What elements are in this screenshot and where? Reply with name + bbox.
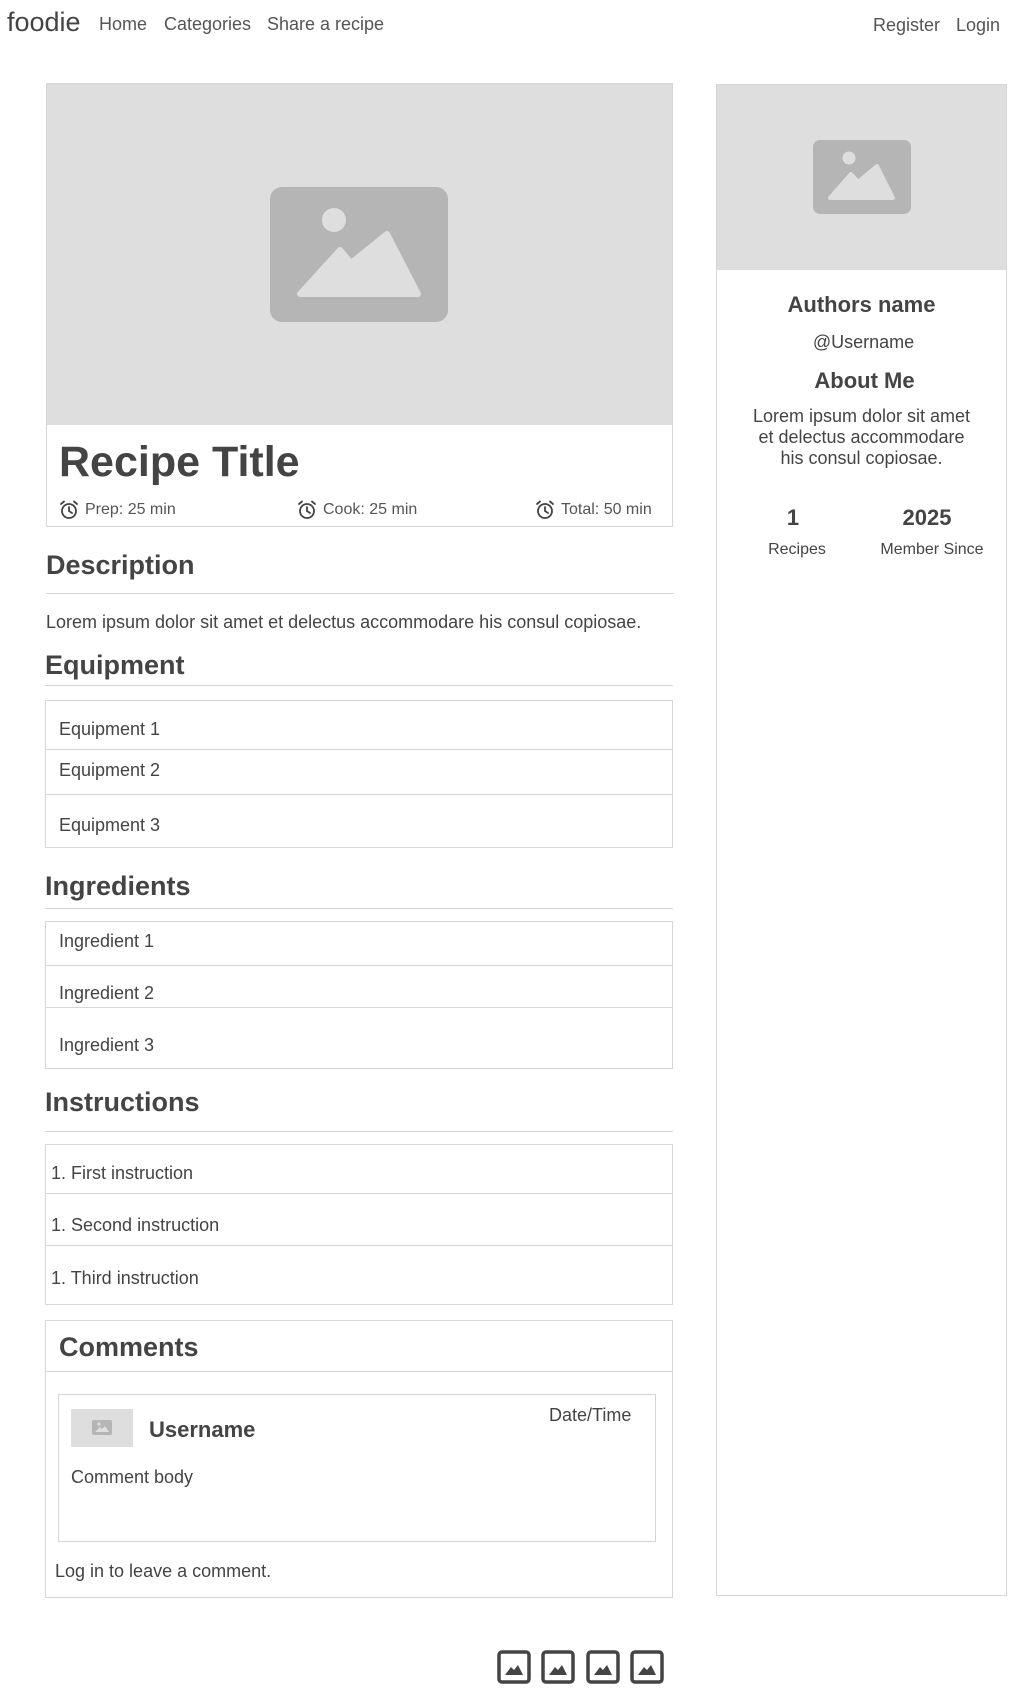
author-image <box>717 85 1006 270</box>
image-placeholder-icon <box>813 140 911 214</box>
prep-time-label: Prep: 25 min <box>85 501 176 518</box>
instruction-item-label: 1. First instruction <box>51 1163 194 1183</box>
ingredients-heading: Ingredients <box>45 871 191 901</box>
equipment-item-label: Equipment 3 <box>59 815 161 835</box>
list-item: 1. First instruction <box>46 1145 672 1193</box>
equipment-item-label: Equipment 2 <box>59 760 161 780</box>
list-item: Ingredient 2 <box>46 965 672 1007</box>
comment-username[interactable]: Username <box>149 1417 255 1443</box>
avatar <box>71 1409 133 1447</box>
equipment-list: Equipment 1 Equipment 2 Equipment 3 <box>45 700 673 848</box>
cook-time-label: Cook: 25 min <box>323 501 418 518</box>
recipes-count: 1 <box>786 505 800 530</box>
list-item: Equipment 2 <box>46 749 672 794</box>
comments-divider <box>46 1371 672 1372</box>
nav-home-link[interactable]: Home <box>99 14 147 35</box>
image-icon[interactable] <box>630 1650 664 1689</box>
instruction-item-label: 1. Second instruction <box>51 1215 220 1235</box>
list-item: Ingredient 1 <box>46 922 672 965</box>
about-me-line: Lorem ipsum dolor sit amet <box>752 406 971 426</box>
author-card: Authors name @Username About Me Lorem ip… <box>716 84 1007 1596</box>
image-placeholder-icon <box>270 187 448 322</box>
list-item: 1. Second instruction <box>46 1193 672 1245</box>
ingredients-divider <box>45 908 673 909</box>
equipment-heading: Equipment <box>45 650 185 680</box>
total-time-label: Total: 50 min <box>561 501 652 518</box>
equipment-divider <box>45 685 673 686</box>
ingredient-item-label: Ingredient 1 <box>59 931 155 951</box>
author-username[interactable]: @Username <box>719 332 1008 353</box>
brand-logo[interactable]: foodie <box>7 7 81 38</box>
nav-share-recipe-link[interactable]: Share a recipe <box>267 14 384 35</box>
author-name: Authors name <box>787 292 936 317</box>
list-item: 1. Third instruction <box>46 1245 672 1304</box>
description-text: Lorem ipsum dolor sit amet et delectus a… <box>46 612 642 632</box>
instruction-item-label: 1. Third instruction <box>51 1268 199 1288</box>
login-to-comment-link[interactable]: Log in to leave a comment. <box>55 1561 271 1582</box>
image-icon[interactable] <box>541 1650 575 1689</box>
total-time: Total: 50 min <box>535 500 652 520</box>
about-me-text: Lorem ipsum dolor sit amet et delectus a… <box>717 406 1006 469</box>
about-me-heading: About Me <box>814 368 915 393</box>
instructions-heading: Instructions <box>45 1087 200 1117</box>
cook-time: Cook: 25 min <box>297 500 417 520</box>
instructions-divider <box>45 1131 673 1132</box>
comment-datetime: Date/Time <box>549 1405 632 1425</box>
description-divider <box>46 593 674 594</box>
recipe-image <box>47 84 672 425</box>
recipes-count-label: Recipes <box>768 541 826 558</box>
comments-heading: Comments <box>59 1332 199 1362</box>
member-since-label: Member Since <box>880 541 984 558</box>
member-since-year: 2025 <box>902 505 952 530</box>
alarm-clock-icon <box>536 500 554 519</box>
equipment-item-label: Equipment 1 <box>59 719 161 739</box>
image-icon[interactable] <box>586 1650 620 1689</box>
description-heading: Description <box>46 550 195 580</box>
image-placeholder-icon <box>92 1420 112 1435</box>
about-me-line: et delectus accommodare <box>758 427 965 447</box>
image-icon[interactable] <box>497 1650 531 1689</box>
nav-register-link[interactable]: Register <box>873 15 940 36</box>
alarm-clock-icon <box>298 500 316 519</box>
list-item: Equipment 3 <box>46 794 672 847</box>
recipe-hero-card: Recipe Title Prep: 25 min Cook: 25 min T… <box>46 83 673 527</box>
alarm-clock-icon <box>60 500 78 519</box>
recipe-title: Recipe Title <box>59 438 300 486</box>
comment-card: Username Date/Time Comment body <box>58 1394 656 1542</box>
ingredient-item-label: Ingredient 2 <box>59 983 155 1003</box>
prep-time: Prep: 25 min <box>59 500 176 520</box>
nav-login-link[interactable]: Login <box>956 15 1000 36</box>
comment-body: Comment body <box>71 1467 194 1487</box>
list-item: Equipment 1 <box>46 701 672 749</box>
instructions-list: 1. First instruction 1. Second instructi… <box>45 1144 673 1305</box>
ingredient-item-label: Ingredient 3 <box>59 1035 155 1055</box>
nav-categories-link[interactable]: Categories <box>164 14 251 35</box>
ingredients-list: Ingredient 1 Ingredient 2 Ingredient 3 <box>45 921 673 1069</box>
about-me-line: his consul copiosae. <box>780 448 943 468</box>
list-item: Ingredient 3 <box>46 1007 672 1068</box>
comments-section: Comments Username Date/Time Comment body… <box>45 1320 673 1598</box>
